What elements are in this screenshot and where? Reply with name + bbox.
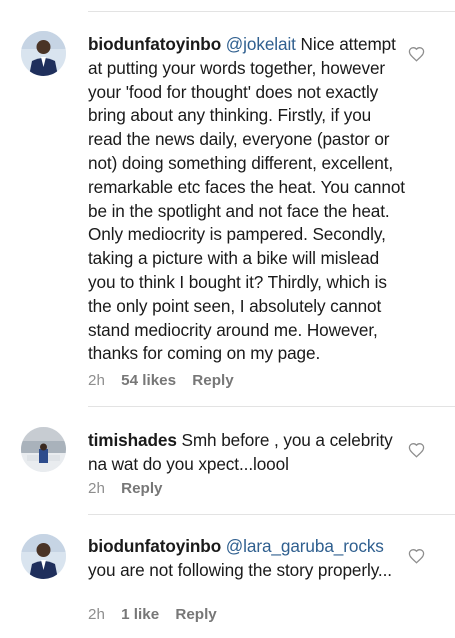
heart-outline-icon[interactable] (408, 548, 425, 564)
comment-text: biodunfatoyinbo @jokelait Nice attempt a… (88, 33, 407, 366)
mention-link[interactable]: @lara_garuba_rocks (226, 536, 384, 556)
avatar[interactable] (21, 31, 66, 76)
reply-button[interactable]: Reply (192, 372, 233, 389)
mention-link[interactable]: @jokelait (226, 34, 296, 54)
comment-meta: 2h Reply (88, 480, 175, 497)
top-divider (88, 11, 455, 12)
likes-count[interactable]: 54 likes (121, 372, 176, 389)
comment-time: 2h (88, 372, 105, 389)
comment-message: Nice attempt at putting your words toget… (88, 34, 405, 364)
comment-username[interactable]: timishades (88, 430, 177, 450)
reply-button[interactable]: Reply (121, 480, 162, 497)
comment-username[interactable]: biodunfatoyinbo (88, 536, 221, 556)
reply-button[interactable]: Reply (175, 606, 216, 623)
comment-meta: 2h 54 likes Reply (88, 372, 246, 389)
likes-count[interactable]: 1 like (121, 606, 159, 623)
comment-meta: 2h 1 like Reply (88, 606, 229, 623)
divider (88, 406, 455, 407)
comment-text: timishades Smh before , you a celebrity … (88, 429, 407, 477)
comment-time: 2h (88, 606, 105, 623)
heart-outline-icon[interactable] (408, 442, 425, 458)
avatar[interactable] (21, 427, 66, 472)
comment-time: 2h (88, 480, 105, 497)
divider (88, 514, 455, 515)
comment-username[interactable]: biodunfatoyinbo (88, 34, 221, 54)
comment-text: biodunfatoyinbo @lara_garuba_rocks you a… (88, 535, 407, 583)
avatar[interactable] (21, 534, 66, 579)
comment-message: you are not following the story properly… (88, 559, 392, 580)
heart-outline-icon[interactable] (408, 46, 425, 62)
